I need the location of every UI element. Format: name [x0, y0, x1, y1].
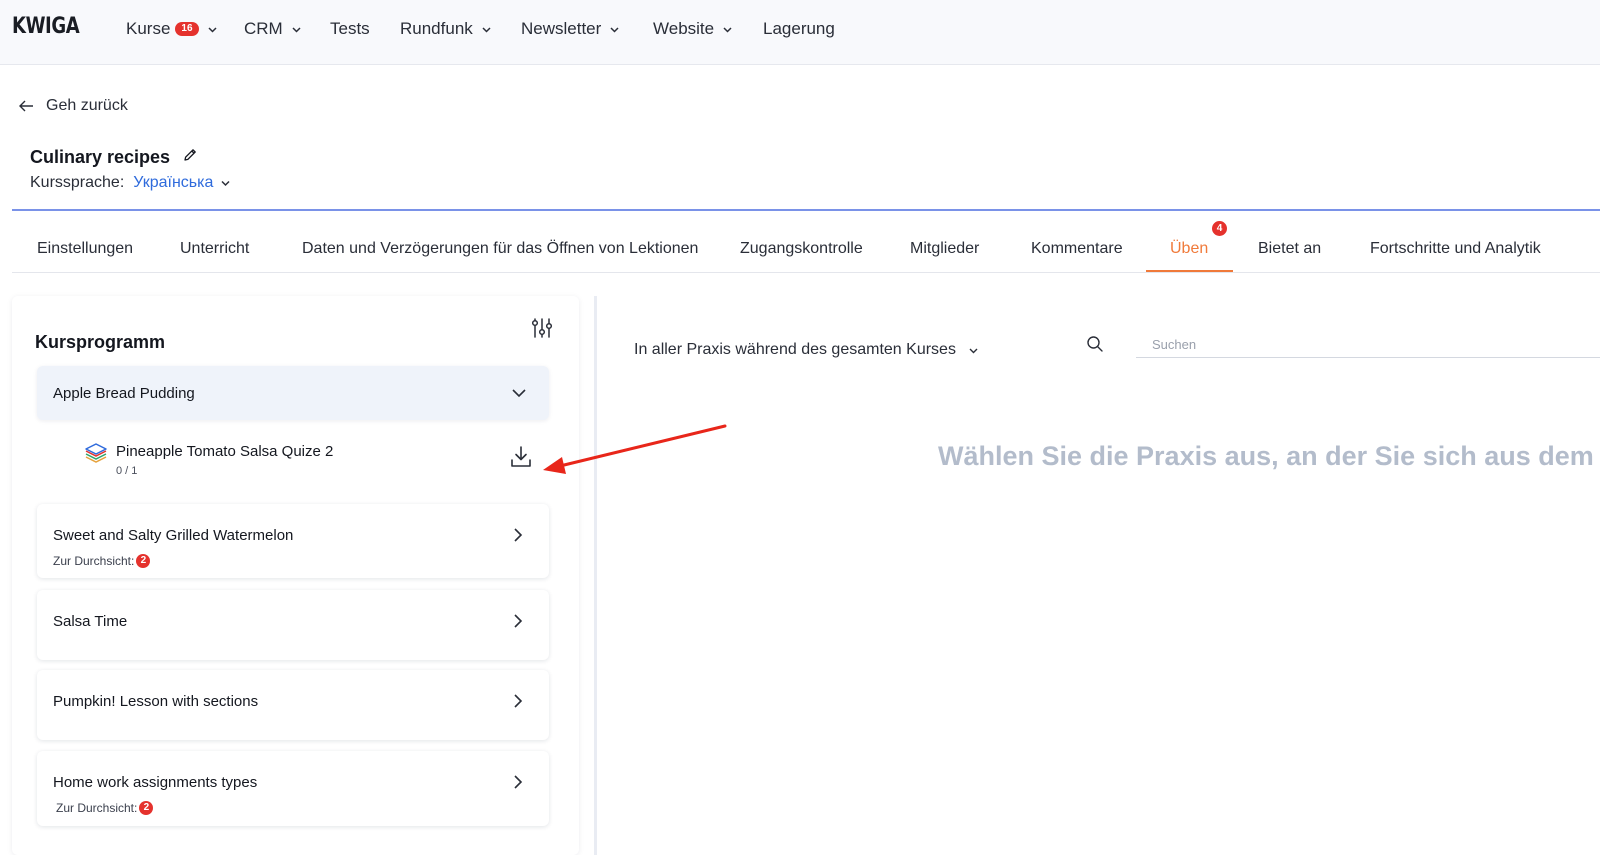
- chevron-down-icon: [220, 178, 231, 189]
- nav-item-crm[interactable]: CRM: [244, 18, 302, 40]
- tab-mitglieder[interactable]: Mitglieder: [910, 240, 979, 258]
- nav-label: Tests: [330, 19, 370, 38]
- lesson-name: Salsa Time: [53, 613, 128, 630]
- download-icon[interactable]: [510, 445, 532, 474]
- tab-ueben[interactable]: Üben: [1170, 240, 1208, 258]
- review-count-badge: 2: [139, 801, 154, 815]
- ueben-count-badge: 4: [1212, 221, 1227, 236]
- chevron-right-icon[interactable]: [511, 693, 525, 714]
- nav-item-newsletter[interactable]: Newsletter: [521, 18, 620, 40]
- review-label: Zur Durchsicht:: [56, 801, 138, 815]
- kurse-count-badge: 16: [175, 22, 199, 36]
- panel-title: Kursprogramm: [35, 332, 166, 352]
- tab-bietet-an[interactable]: Bietet an: [1258, 240, 1321, 258]
- course-language-label: Kurssprache:: [30, 174, 125, 191]
- back-label: Geh zurück: [46, 97, 128, 114]
- nav-label: Kurse: [126, 19, 171, 38]
- course-language-select[interactable]: Українська: [133, 174, 231, 192]
- practice-filter-label: In aller Praxis während des gesamten Kur…: [634, 341, 956, 358]
- sliders-filter-icon[interactable]: [530, 316, 554, 345]
- nav-label: Newsletter: [521, 19, 602, 38]
- kwiga-logo[interactable]: KWIGA: [12, 14, 80, 39]
- lesson-item-sweet-salty-watermelon[interactable]: Sweet and Salty Grilled Watermelon Zur D…: [37, 504, 549, 578]
- arrow-left-icon: [19, 100, 33, 112]
- panel-divider: [594, 296, 597, 855]
- tab-einstellungen[interactable]: Einstellungen: [37, 240, 133, 258]
- pencil-edit-icon[interactable]: [182, 147, 198, 168]
- review-status: Zur Durchsicht: 2: [56, 801, 154, 815]
- course-program-panel: Kursprogramm Apple Bread Pudding Pineapp…: [12, 296, 579, 855]
- quiz-progress: 0 / 1: [116, 465, 138, 477]
- chevron-down-icon[interactable]: [511, 386, 527, 405]
- review-label: Zur Durchsicht:: [53, 554, 135, 568]
- lesson-item-home-work-assignments[interactable]: Home work assignments types Zur Durchsic…: [37, 751, 549, 826]
- practice-filter-dropdown[interactable]: In aller Praxis während des gesamten Kur…: [634, 341, 979, 359]
- nav-label: CRM: [244, 19, 283, 38]
- active-tab-indicator: [1146, 270, 1233, 272]
- back-link[interactable]: Geh zurück: [18, 97, 128, 115]
- tab-unterricht[interactable]: Unterricht: [180, 240, 249, 258]
- empty-state-hint: Wählen Sie die Praxis aus, an der Sie si…: [938, 441, 1600, 471]
- lesson-name: Sweet and Salty Grilled Watermelon: [53, 527, 294, 544]
- nav-label: Lagerung: [763, 19, 835, 38]
- nav-item-rundfunk[interactable]: Rundfunk: [400, 18, 492, 40]
- chevron-right-icon[interactable]: [511, 527, 525, 548]
- chevron-right-icon[interactable]: [511, 774, 525, 795]
- header-divider: [12, 209, 1600, 211]
- lesson-name: Apple Bread Pudding: [53, 385, 195, 402]
- nav-label: Rundfunk: [400, 19, 473, 38]
- review-count-badge: 2: [136, 554, 151, 568]
- tab-zugangskontrolle[interactable]: Zugangskontrolle: [740, 240, 863, 258]
- lesson-name: Pumpkin! Lesson with sections: [53, 693, 259, 710]
- tab-daten-verzoegerungen[interactable]: Daten und Verzögerungen für das Öffnen v…: [302, 240, 698, 258]
- review-status: Zur Durchsicht: 2: [53, 554, 151, 568]
- chevron-down-icon: [207, 24, 218, 35]
- course-language-value: Українська: [133, 174, 214, 191]
- nav-item-lagerung[interactable]: Lagerung: [763, 18, 835, 40]
- chevron-down-icon: [968, 345, 979, 356]
- lesson-name: Home work assignments types: [53, 774, 258, 791]
- lesson-item-apple-bread-pudding[interactable]: Apple Bread Pudding: [37, 366, 549, 420]
- quiz-name: Pineapple Tomato Salsa Quize 2: [116, 443, 334, 460]
- nav-item-kurse[interactable]: Kurse 16: [126, 18, 218, 40]
- course-title: Culinary recipes: [30, 147, 198, 168]
- nav-label: Website: [653, 19, 715, 38]
- chevron-down-icon: [722, 24, 733, 35]
- chevron-down-icon: [609, 24, 620, 35]
- chevron-down-icon: [481, 24, 492, 35]
- course-tabs: Einstellungen Unterricht Daten und Verzö…: [12, 221, 1600, 273]
- layers-stack-icon: [84, 443, 108, 470]
- course-language-row: Kurssprache: Українська: [30, 174, 231, 192]
- quiz-row-pineapple-tomato[interactable]: Pineapple Tomato Salsa Quize 2 0 / 1: [84, 443, 554, 483]
- chevron-down-icon: [291, 24, 302, 35]
- course-title-text: Culinary recipes: [30, 147, 171, 167]
- search-icon[interactable]: [1086, 335, 1104, 358]
- chevron-right-icon[interactable]: [511, 613, 525, 634]
- top-navigation: KWIGA Kurse 16 CRM Tests Rundfunk Newsle…: [0, 0, 1600, 65]
- nav-item-website[interactable]: Website: [653, 18, 733, 40]
- tab-kommentare[interactable]: Kommentare: [1031, 240, 1123, 258]
- nav-item-tests[interactable]: Tests: [330, 18, 370, 40]
- search-input[interactable]: [1136, 332, 1600, 358]
- lesson-item-pumpkin-sections[interactable]: Pumpkin! Lesson with sections: [37, 670, 549, 740]
- tab-fortschritte-analytik[interactable]: Fortschritte und Analytik: [1370, 240, 1541, 258]
- lesson-item-salsa-time[interactable]: Salsa Time: [37, 590, 549, 660]
